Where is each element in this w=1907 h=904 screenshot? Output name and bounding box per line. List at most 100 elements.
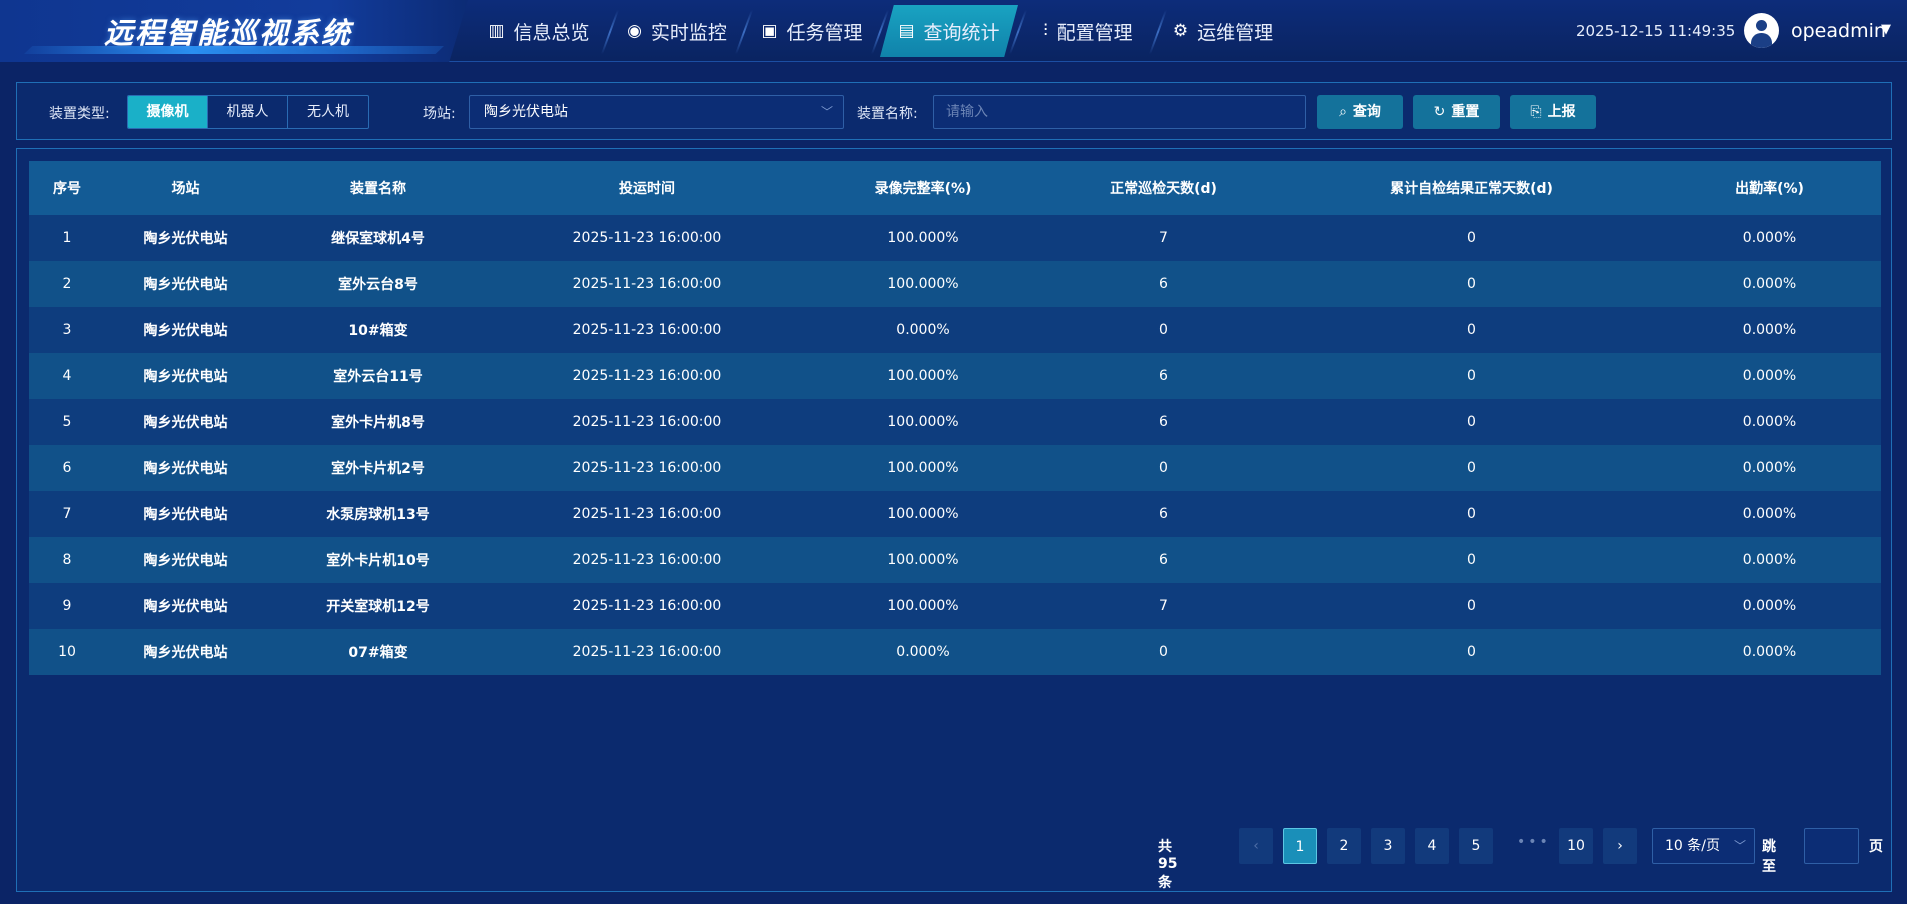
- table-row[interactable]: 4 陶乡光伏电站 室外云台11号 2025-11-23 16:00:00 100.000…: [29, 353, 1881, 399]
- device-type-label: 装置类型:: [49, 106, 110, 122]
- next-page-button[interactable]: ›: [1603, 828, 1637, 864]
- table-cell: 0: [1467, 552, 1476, 568]
- nav-item-task-management[interactable]: ▣ 任务管理: [744, 0, 880, 62]
- table-row[interactable]: 3 陶乡光伏电站 10#箱变 2025-11-23 16:00:00 0.000% 0 0 0…: [29, 307, 1881, 353]
- nav-item-label: 配置管理: [1056, 21, 1133, 44]
- top-header: 远程智能巡视系统 ▥ 信息总览 ◉ 实时监控 ▣ 任务管理 ▤ 查询统计 ⫶ 配置管理 ⚙ 运维管理 …: [0, 0, 1907, 62]
- page-button-4[interactable]: 4: [1415, 828, 1449, 864]
- nav-item-overview[interactable]: ▥ 信息总览: [468, 0, 610, 62]
- table-cell: 陶乡光伏电站: [143, 645, 228, 661]
- logo-area: 远程智能巡视系统: [0, 0, 468, 62]
- page-button-1[interactable]: 1: [1283, 828, 1317, 864]
- table-row[interactable]: 6 陶乡光伏电站 室外卡片机2号 2025-11-23 16:00:00 100.000…: [29, 445, 1881, 491]
- sliders-icon: ⫶: [1043, 21, 1048, 41]
- device-type-segmented: 摄像机 机器人 无人机: [127, 95, 369, 129]
- filter-panel: 装置类型: 摄像机机器人无人机 场站: 陶乡光伏电站 ﹀ 装置名称: ⌕查询 ↻…: [16, 82, 1892, 140]
- jump-label: 跳至: [1762, 839, 1776, 875]
- device-type-robot[interactable]: 机器人: [208, 96, 288, 128]
- column-header[interactable]: 录像完整率(%): [804, 178, 1042, 198]
- table-cell: 0.000%: [896, 644, 950, 660]
- search-icon: ⌕: [1339, 104, 1347, 120]
- table-cell: 0.000%: [1742, 460, 1797, 476]
- column-header[interactable]: 出勤率(%): [1658, 178, 1881, 198]
- page-button-last[interactable]: 10: [1559, 828, 1593, 864]
- caret-down-icon[interactable]: ▼: [1881, 22, 1891, 37]
- table-cell: 0: [1159, 460, 1168, 476]
- reset-button[interactable]: ↻ 重置: [1413, 95, 1500, 129]
- prev-page-button[interactable]: ‹: [1239, 828, 1273, 864]
- table-cell: 2025-11-23 16:00:00: [572, 598, 722, 614]
- user-avatar-icon[interactable]: [1744, 13, 1779, 48]
- nav-item-label: 查询统计: [923, 21, 1000, 44]
- table-cell: 0.000%: [1742, 598, 1797, 614]
- table-row[interactable]: 9 陶乡光伏电站 开关室球机12号 2025-11-23 16:00:00 100.00…: [29, 583, 1881, 629]
- table-cell: 0.000%: [1742, 230, 1797, 246]
- table-cell: 2025-11-23 16:00:00: [572, 552, 722, 568]
- nav-item-realtime-monitor[interactable]: ◉ 实时监控: [610, 0, 744, 62]
- table-cell: 9: [62, 598, 72, 614]
- table-cell: 2025-11-23 16:00:00: [572, 230, 722, 246]
- column-header[interactable]: 装置名称: [266, 178, 490, 198]
- table-cell: 4: [62, 368, 72, 384]
- table-cell: 室外卡片机2号: [331, 461, 425, 477]
- table-cell: 陶乡光伏电站: [143, 231, 228, 247]
- nav-item-ops-management[interactable]: ⚙ 运维管理: [1158, 0, 1288, 62]
- jump-page-input[interactable]: [1804, 828, 1859, 864]
- table-cell: 0: [1467, 598, 1476, 614]
- station-select[interactable]: 陶乡光伏电站 ﹀: [469, 95, 844, 129]
- table-cell: 0.000%: [1742, 414, 1797, 430]
- table-row[interactable]: 7 陶乡光伏电站 水泵房球机13号 2025-11-23 16:00:00 100.00…: [29, 491, 1881, 537]
- refresh-icon: ↻: [1433, 104, 1446, 120]
- column-header[interactable]: 序号: [29, 178, 105, 198]
- page-size-value: 10 条/页: [1665, 838, 1720, 854]
- table-cell: 0: [1467, 230, 1476, 246]
- table-cell: 6: [62, 460, 72, 476]
- table-cell: 100.000%: [887, 506, 959, 522]
- upload-report-icon: ⎘: [1530, 104, 1542, 120]
- page-button-3[interactable]: 3: [1371, 828, 1405, 864]
- nav-item-query-stats[interactable]: ▤ 查询统计: [880, 4, 1018, 58]
- table-cell: 0.000%: [1742, 322, 1797, 338]
- table-cell: 100.000%: [887, 460, 959, 476]
- table-cell: 100.000%: [887, 414, 959, 430]
- table-cell: 0.000%: [1742, 276, 1797, 292]
- page-button-2[interactable]: 2: [1327, 828, 1361, 864]
- table-cell: 2025-11-23 16:00:00: [572, 414, 722, 430]
- table-cell: 1: [62, 230, 72, 246]
- column-header[interactable]: 累计自检结果正常天数(d): [1285, 178, 1658, 198]
- table-cell: 2025-11-23 16:00:00: [572, 644, 722, 660]
- pagination-ellipsis[interactable]: •••: [1517, 834, 1551, 850]
- nav-item-label: 信息总览: [513, 21, 590, 44]
- column-header[interactable]: 场站: [105, 178, 266, 198]
- main-nav: ▥ 信息总览 ◉ 实时监控 ▣ 任务管理 ▤ 查询统计 ⫶ 配置管理 ⚙ 运维管理: [468, 0, 1288, 62]
- table-cell: 陶乡光伏电站: [143, 507, 228, 523]
- station-select-value: 陶乡光伏电站: [484, 104, 568, 120]
- search-button[interactable]: ⌕ 查询: [1317, 95, 1403, 129]
- table-cell: 10#箱变: [348, 323, 408, 339]
- table-row[interactable]: 5 陶乡光伏电站 室外卡片机8号 2025-11-23 16:00:00 100.000…: [29, 399, 1881, 445]
- table-cell: 室外卡片机10号: [326, 553, 430, 569]
- table-row[interactable]: 8 陶乡光伏电站 室外卡片机10号 2025-11-23 16:00:00 100.00…: [29, 537, 1881, 583]
- column-header[interactable]: 正常巡检天数(d): [1042, 178, 1285, 198]
- table-row[interactable]: 2 陶乡光伏电站 室外云台8号 2025-11-23 16:00:00 100.000%…: [29, 261, 1881, 307]
- device-type-camera[interactable]: 摄像机: [128, 96, 208, 128]
- nav-item-config-management[interactable]: ⫶ 配置管理: [1018, 0, 1158, 62]
- page-button-5[interactable]: 5: [1459, 828, 1493, 864]
- report-button[interactable]: ⎘ 上报: [1510, 95, 1596, 129]
- table-cell: 陶乡光伏电站: [143, 369, 228, 385]
- table-cell: 0: [1159, 644, 1168, 660]
- username[interactable]: opeadmin: [1791, 20, 1886, 42]
- table-cell: 7: [1159, 598, 1168, 614]
- page-size-select[interactable]: 10 条/页 ﹀: [1652, 828, 1755, 864]
- table-cell: 8: [62, 552, 72, 568]
- column-header[interactable]: 投运时间: [490, 178, 804, 198]
- device-type-drone[interactable]: 无人机: [288, 96, 368, 128]
- table-row[interactable]: 1 陶乡光伏电站 继保室球机4号 2025-11-23 16:00:00 100.000…: [29, 215, 1881, 261]
- table-row[interactable]: 10 陶乡光伏电站 07#箱变 2025-11-23 16:00:00 0.000% 0 0…: [29, 629, 1881, 675]
- table-cell: 5: [62, 414, 72, 430]
- device-name-label: 装置名称:: [857, 106, 918, 122]
- table-cell: 开关室球机12号: [326, 599, 430, 615]
- device-name-input[interactable]: [933, 95, 1306, 129]
- table-cell: 0.000%: [896, 322, 950, 338]
- table-cell: 0.000%: [1742, 552, 1797, 568]
